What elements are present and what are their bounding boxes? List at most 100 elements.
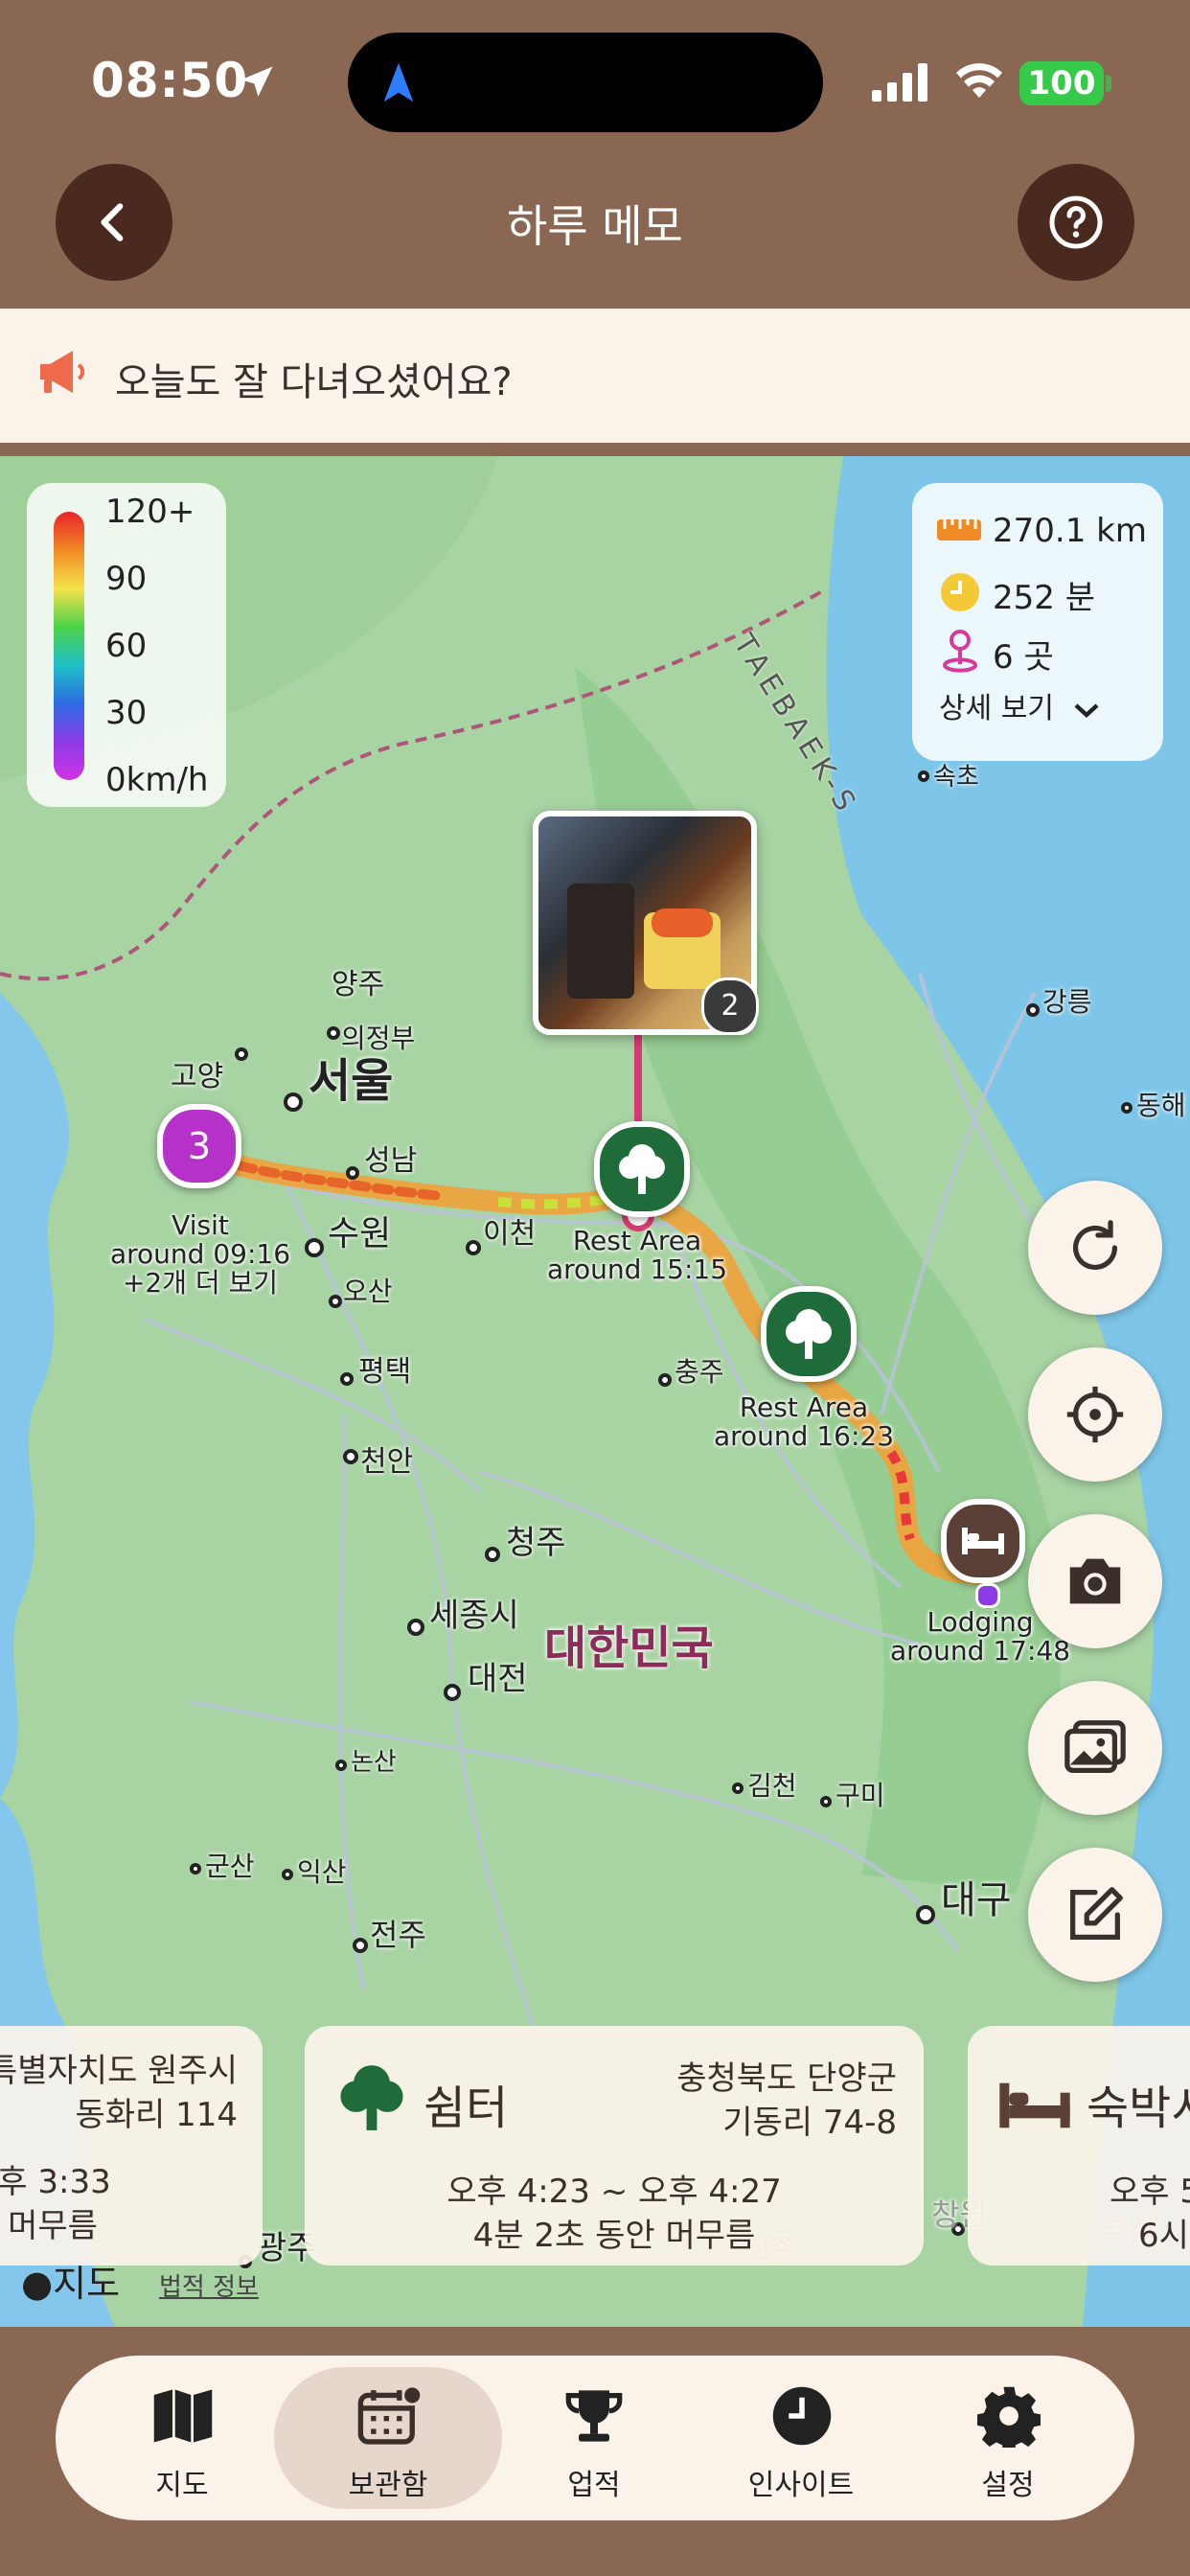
- lodging-dot: [975, 1583, 1000, 1608]
- card-address-line: 기동리 74-8: [722, 2104, 897, 2142]
- city-label: 대전: [468, 1660, 528, 1698]
- photo-count-badge: 2: [701, 978, 759, 1035]
- card-time: 오후 4:23 ~ 오후 4:27 4분 2초 동안 머무름: [305, 2170, 924, 2258]
- tab-label: 인사이트: [747, 2469, 855, 2502]
- photo-cup: [567, 884, 634, 999]
- rest-area-pin[interactable]: [594, 1121, 690, 1217]
- rest-area-pin[interactable]: [761, 1286, 857, 1382]
- city-label: 청주: [506, 1524, 566, 1562]
- apple-logo-icon: ●: [21, 2263, 54, 2305]
- city-label: 고양: [171, 1060, 224, 1093]
- city-label: 익산: [297, 1856, 347, 1888]
- gear-icon: [977, 2386, 1041, 2448]
- card-address-line: 강원특별자치도 원주시: [0, 2052, 238, 2090]
- pin-icon: [943, 630, 977, 673]
- city-label: 속초: [933, 763, 979, 792]
- clock-icon: [772, 2386, 832, 2446]
- cellular-signal-icon: [872, 63, 927, 102]
- photo-food: [652, 908, 713, 937]
- rest-area-time: around 15:15: [546, 1254, 728, 1285]
- city-label: 김천: [747, 1770, 797, 1802]
- question-icon: [1049, 196, 1103, 249]
- visit-count: 3: [187, 1125, 212, 1167]
- city-label: 전주: [370, 1917, 426, 1953]
- visit-cluster-pin[interactable]: 3: [157, 1104, 241, 1188]
- gallery-button[interactable]: [1028, 1681, 1162, 1815]
- wifi-icon: [956, 63, 1002, 98]
- card-stay-duration: 분 머무름: [0, 2207, 98, 2245]
- rest-area-title: Rest Area: [572, 1225, 702, 1256]
- city-label: 논산: [351, 1748, 397, 1777]
- city-label: 평택: [358, 1355, 412, 1389]
- city-label: 동해: [1136, 1090, 1186, 1121]
- city-label: 서울: [309, 1054, 394, 1108]
- city-label: 이천: [483, 1217, 537, 1251]
- visit-label-time: around 09:16: [109, 1238, 291, 1270]
- place-card-left[interactable]: 강원특별자치도 원주시 동화리 114 오후 3:33 분 머무름: [0, 2026, 263, 2266]
- city-label: 세종시: [429, 1597, 519, 1635]
- navigation-icon: [383, 62, 414, 103]
- card-stay-duration: 4분 2초 동안 머무름: [472, 2217, 756, 2255]
- city-label: 구미: [835, 1780, 885, 1811]
- help-button[interactable]: [1018, 164, 1134, 281]
- visit-label: Visit around 09:16 +2개 더 보기: [100, 1211, 301, 1298]
- city-label: 천안: [360, 1445, 414, 1479]
- city-label: 오산: [343, 1276, 393, 1307]
- city-label: 대구: [941, 1878, 1012, 1922]
- maps-attribution: ●지도: [21, 2254, 120, 2307]
- memo-edit-button[interactable]: [1028, 1848, 1162, 1982]
- tab-settings[interactable]: 설정: [912, 2367, 1104, 2509]
- maps-attribution-text: 지도: [53, 2263, 121, 2305]
- lodging-time: around 17:48: [889, 1635, 1071, 1667]
- card-time-range: 오후 3:33: [0, 2163, 111, 2201]
- map-icon: [153, 2389, 213, 2443]
- distance-value: 270.1 km: [993, 512, 1147, 550]
- bed-icon: [962, 1528, 1004, 1554]
- legend-label: 60: [105, 627, 148, 665]
- map-view[interactable]: 양주 의정부 서울 고양 성남 수원 이천 오산 평택 천안 충주 청주 세종시…: [0, 456, 1190, 2327]
- lodging-pin[interactable]: [941, 1499, 1025, 1583]
- card-address: 강원특별자치도 원주시 동화리 114: [0, 2049, 238, 2137]
- banner-text: 오늘도 잘 다녀오셨어요?: [115, 360, 513, 404]
- card-time-range: 오후 5: [1110, 2173, 1190, 2211]
- city-label: 성남: [364, 1144, 418, 1178]
- tab-archive[interactable]: 보관함: [292, 2367, 484, 2509]
- city-label: 강릉: [1042, 986, 1092, 1018]
- city-label: 수원: [328, 1214, 392, 1254]
- legend-label: 0km/h: [105, 761, 209, 799]
- city-label: 군산: [205, 1851, 255, 1882]
- camera-icon: [1069, 1558, 1121, 1604]
- dynamic-island: [348, 33, 823, 132]
- battery-indicator: 100: [1019, 61, 1104, 105]
- visit-label-title: Visit: [172, 1209, 229, 1241]
- status-time: 08:50: [91, 53, 249, 108]
- legal-link[interactable]: 법적 정보: [159, 2267, 259, 2303]
- place-card-rest-area[interactable]: 쉼터 충청북도 단양군 기동리 74-8 오후 4:23 ~ 오후 4:27 4…: [305, 2026, 924, 2266]
- tree-icon: [786, 1309, 832, 1359]
- place-card-lodging[interactable]: 숙박시 오후 5 6시간: [968, 2026, 1190, 2266]
- refresh-button[interactable]: [1028, 1181, 1162, 1315]
- photos-icon: [1064, 1720, 1126, 1773]
- card-time: 오후 3:33 분 머무름: [0, 2160, 111, 2248]
- crosshair-icon: [1066, 1386, 1124, 1443]
- duration-value: 252 분: [993, 579, 1095, 617]
- rest-area-title: Rest Area: [739, 1392, 869, 1423]
- detail-label: 상세 보기: [939, 692, 1054, 725]
- visit-more-link[interactable]: +2개 더 보기: [100, 1269, 301, 1298]
- card-time: 오후 5 6시간: [1110, 2170, 1190, 2258]
- location-arrow-icon: [240, 66, 273, 97]
- tab-label: 지도: [155, 2469, 209, 2502]
- tab-map[interactable]: 지도: [86, 2367, 278, 2509]
- legend-label: 120+: [105, 493, 195, 531]
- legend-label: 90: [105, 560, 148, 598]
- locate-button[interactable]: [1028, 1347, 1162, 1482]
- tab-achievements[interactable]: 업적: [498, 2367, 690, 2509]
- camera-button[interactable]: [1028, 1514, 1162, 1648]
- detail-toggle[interactable]: 상세 보기: [939, 684, 1101, 726]
- rest-area-label: Rest Area around 16:23: [703, 1393, 904, 1451]
- speed-gradient: [54, 512, 84, 780]
- clock-icon: [941, 573, 979, 611]
- battery-tip: [1106, 75, 1111, 92]
- tab-insights[interactable]: 인사이트: [705, 2367, 897, 2509]
- card-title: 쉼터: [423, 2082, 509, 2135]
